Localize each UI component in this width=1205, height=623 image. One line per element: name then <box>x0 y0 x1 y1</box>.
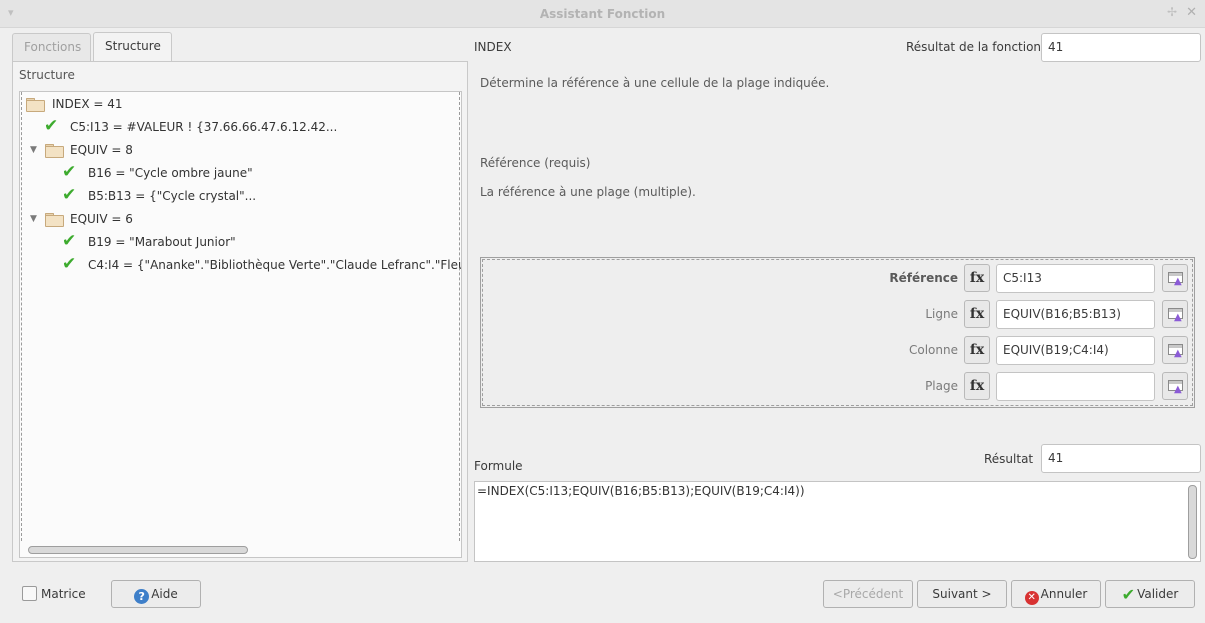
result-label: Résultat <box>984 452 1034 466</box>
check-icon: ✔ <box>62 231 77 251</box>
cancel-icon: ✕ <box>1024 591 1039 605</box>
shrink-button-ligne[interactable]: ▲ <box>1162 300 1188 328</box>
result-field[interactable]: 41 <box>1041 444 1201 473</box>
matrice-checkbox[interactable] <box>22 586 37 601</box>
argument-description: La référence à une plage (multiple). <box>480 185 696 199</box>
scrollbar-thumb[interactable] <box>1188 485 1197 559</box>
arg-label-colonne: Colonne <box>909 343 958 357</box>
check-icon: ✔ <box>62 162 77 182</box>
arg-label-plage: Plage <box>925 379 958 393</box>
tree-node-label: INDEX = 41 <box>52 97 123 111</box>
shrink-button-plage[interactable]: ▲ <box>1162 372 1188 400</box>
ok-button-label: Valider <box>1137 587 1179 601</box>
fx-button-reference[interactable]: fx <box>964 264 990 292</box>
formula-editor[interactable]: =INDEX(C5:I13;EQUIV(B16;B5:B13);EQUIV(B1… <box>474 481 1201 562</box>
ok-button[interactable]: ✔ Valider <box>1105 580 1195 608</box>
check-icon: ✔ <box>1121 585 1136 604</box>
tree-node-label: C5:I13 = #VALEUR ! {37.66.66.47.6.12.42.… <box>70 120 338 134</box>
colonne-input[interactable]: EQUIV(B19;C4:I4) <box>996 336 1155 365</box>
close-icon[interactable]: ✕ <box>1186 5 1197 20</box>
chevron-down-icon[interactable]: ▼ <box>30 139 37 161</box>
function-name: INDEX <box>474 40 512 54</box>
check-icon: ✔ <box>62 185 77 205</box>
tree-node-label: EQUIV = 6 <box>70 212 133 226</box>
formula-text[interactable]: =INDEX(C5:I13;EQUIV(B16;B5:B13);EQUIV(B1… <box>477 484 805 498</box>
shrink-button-colonne[interactable]: ▲ <box>1162 336 1188 364</box>
fx-icon: fx <box>969 342 985 358</box>
window-title: Assistant Fonction <box>539 7 666 21</box>
previous-button[interactable]: <Précédent <box>823 580 913 608</box>
tab-structure[interactable]: Structure <box>93 32 172 62</box>
folder-icon <box>45 144 64 158</box>
tree-node-label: C4:I4 = {"Ananke"."Bibliothèque Verte"."… <box>88 258 462 272</box>
tree-node-label: B5:B13 = {"Cycle crystal"... <box>88 189 257 203</box>
pin-icon[interactable]: ✢ <box>1167 5 1177 19</box>
fx-icon: fx <box>969 306 985 322</box>
arg-label-ligne: Ligne <box>925 307 958 321</box>
structure-label: Structure <box>19 68 75 82</box>
tab-fonctions[interactable]: Fonctions <box>12 33 91 61</box>
plage-input[interactable] <box>996 372 1155 401</box>
tree-node-label: B19 = "Marabout Junior" <box>88 235 236 249</box>
tree-node[interactable]: ✔ C4:I4 = {"Ananke"."Bibliothèque Verte"… <box>62 254 462 276</box>
window-titlebar: ▾ Assistant Fonction ✢ ✕ <box>0 0 1205 28</box>
folder-icon <box>26 98 45 112</box>
arg-label-reference: Référence <box>889 271 958 285</box>
matrice-label: Matrice <box>41 587 86 601</box>
help-button-label: Aide <box>151 587 178 601</box>
tree-node-label: B16 = "Cycle ombre jaune" <box>88 166 253 180</box>
cancel-button[interactable]: ✕ Annuler <box>1011 580 1101 608</box>
structure-panel: Structure INDEX = 41 ✔ C5:I13 = #VALEUR … <box>12 61 468 562</box>
reference-input[interactable]: C5:I13 <box>996 264 1155 293</box>
cancel-button-label: Annuler <box>1040 587 1088 601</box>
argument-name: Référence (requis) <box>480 156 591 170</box>
help-button[interactable]: ? Aide <box>111 580 201 608</box>
chevron-down-icon[interactable]: ▼ <box>30 208 37 230</box>
fx-button-colonne[interactable]: fx <box>964 336 990 364</box>
tree-node-label: EQUIV = 8 <box>70 143 133 157</box>
folder-icon <box>45 213 64 227</box>
formula-label: Formule <box>474 459 523 473</box>
shrink-button-reference[interactable]: ▲ <box>1162 264 1188 292</box>
scrollbar-thumb[interactable] <box>28 546 248 554</box>
function-result-field[interactable]: 41 <box>1041 33 1201 62</box>
horizontal-scrollbar[interactable] <box>22 544 460 555</box>
help-icon: ? <box>134 589 150 604</box>
fx-button-plage[interactable]: fx <box>964 372 990 400</box>
fx-icon: fx <box>969 378 985 394</box>
check-icon: ✔ <box>62 254 77 274</box>
check-icon: ✔ <box>44 116 59 136</box>
next-button[interactable]: Suivant > <box>917 580 1007 608</box>
function-result-label: Résultat de la fonction <box>906 40 1042 54</box>
ligne-input[interactable]: EQUIV(B16;B5:B13) <box>996 300 1155 329</box>
fx-icon: fx <box>969 270 985 286</box>
fx-button-ligne[interactable]: fx <box>964 300 990 328</box>
structure-tree[interactable]: INDEX = 41 ✔ C5:I13 = #VALEUR ! {37.66.6… <box>19 91 462 558</box>
function-description: Détermine la référence à une cellule de … <box>480 76 830 90</box>
